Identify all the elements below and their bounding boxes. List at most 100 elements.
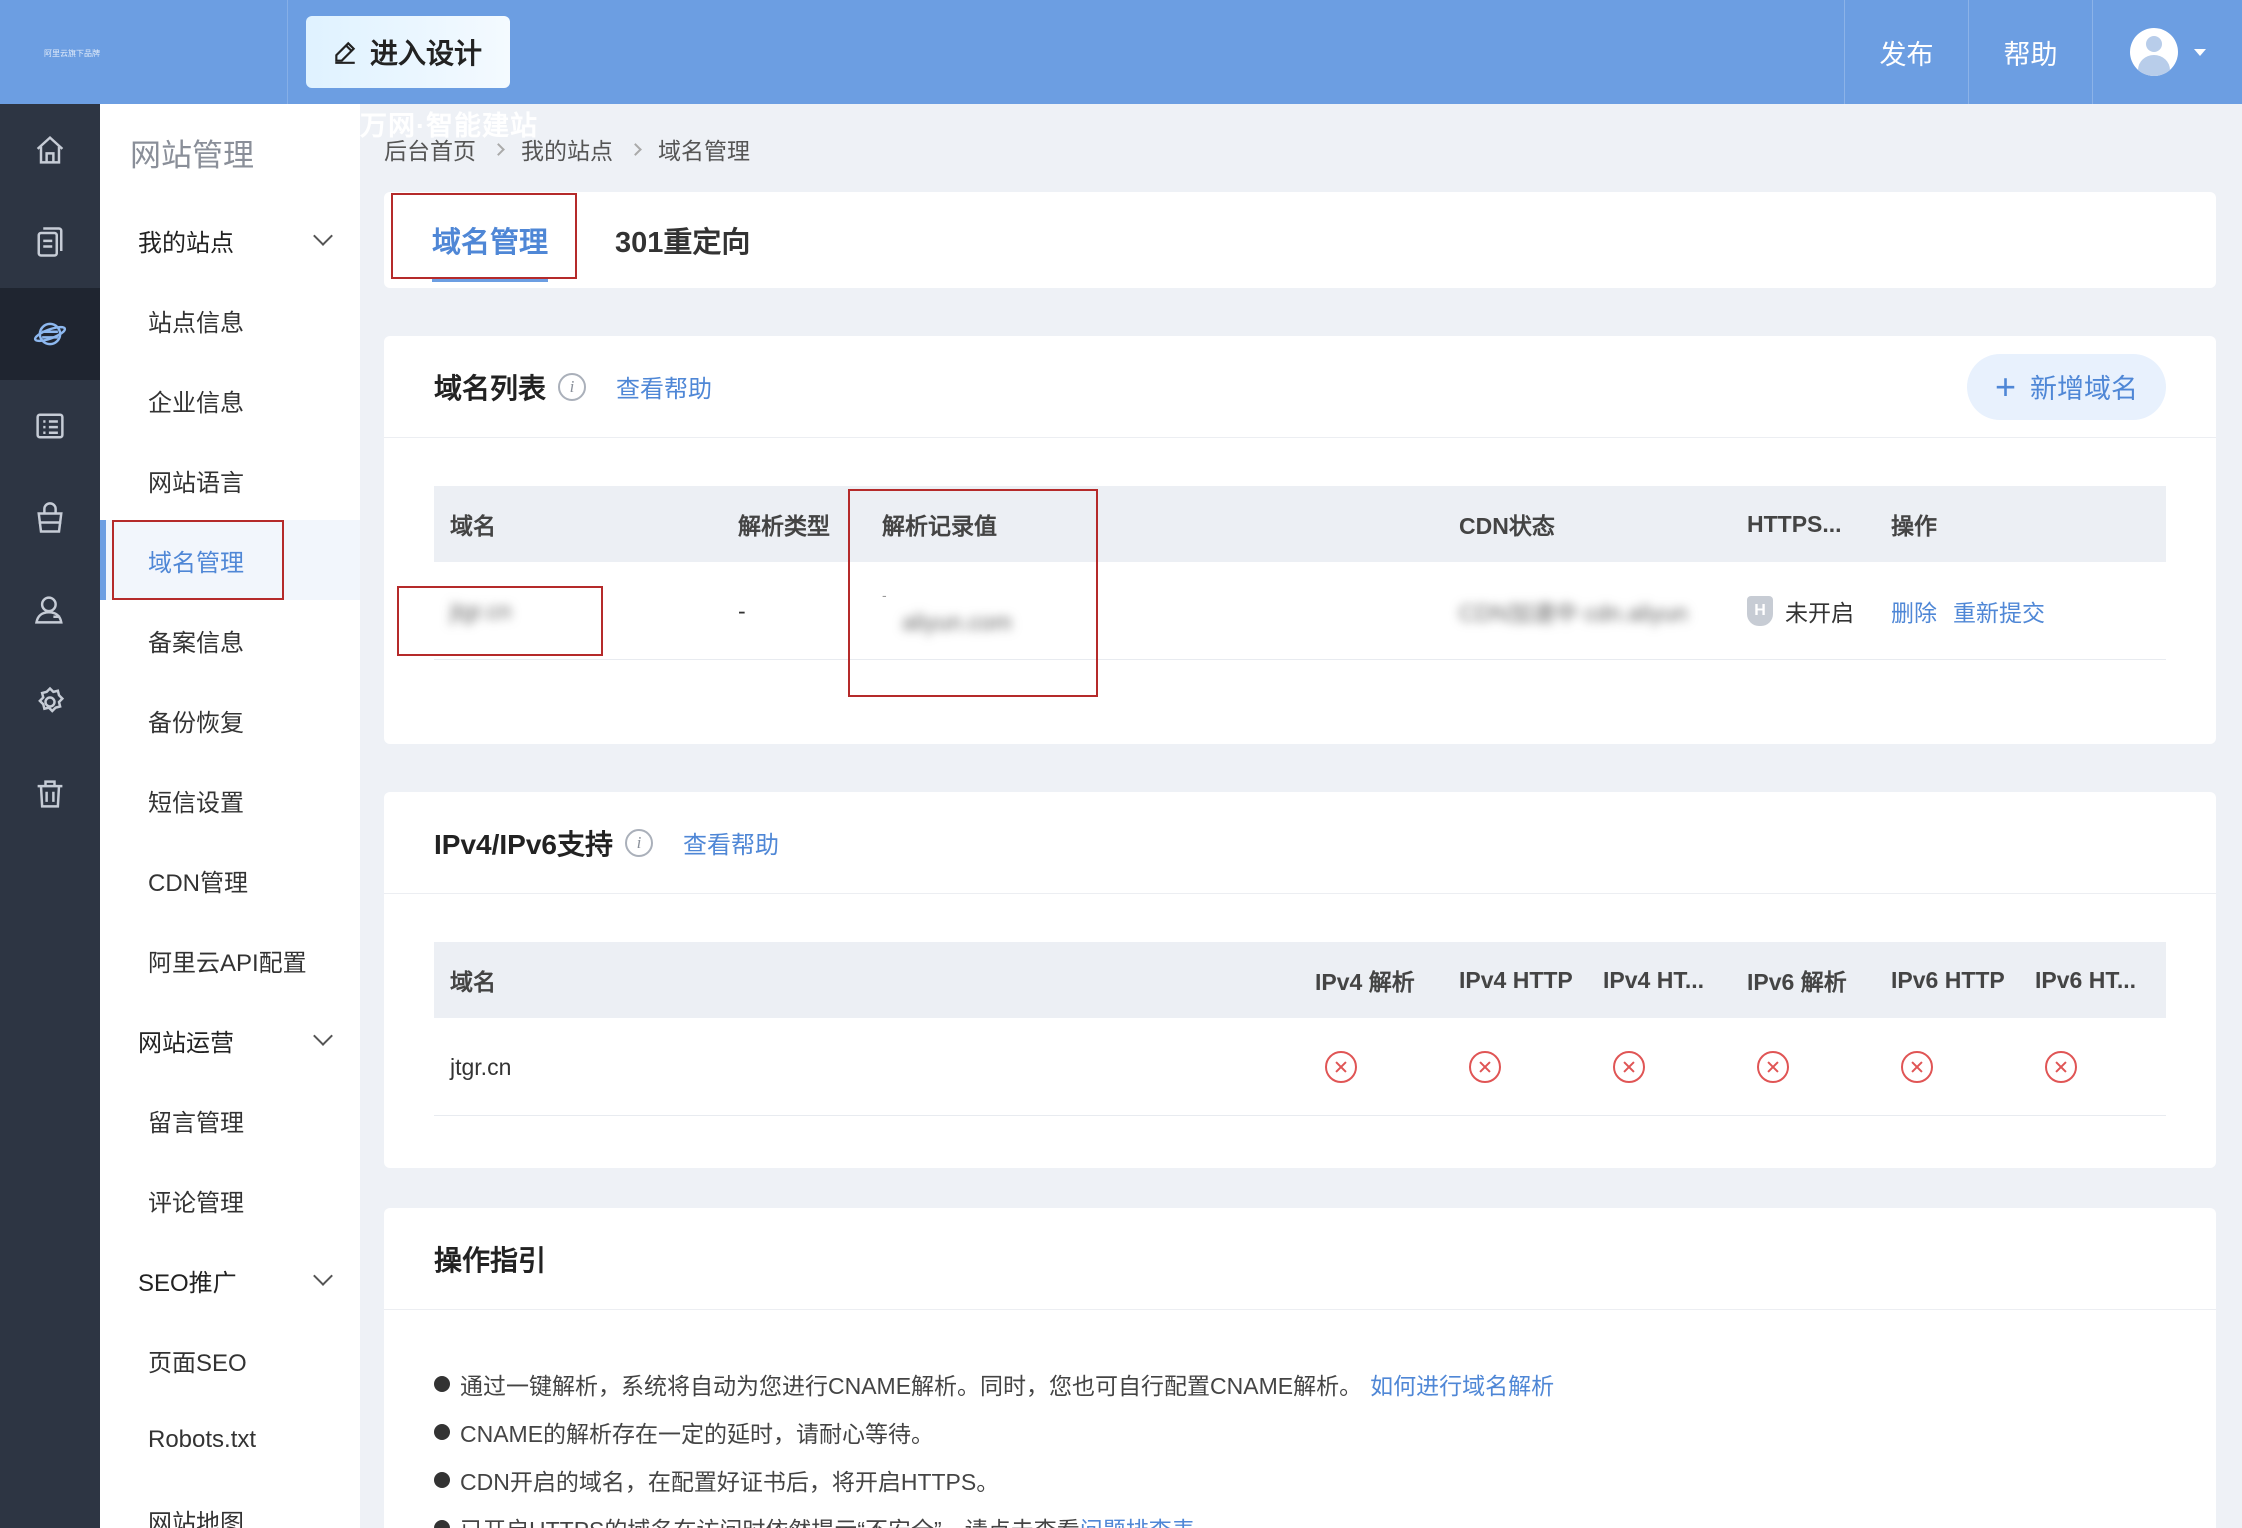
ipv4-https-cell (1603, 1018, 1645, 1116)
breadcrumb-home[interactable]: 后台首页 (384, 132, 476, 166)
ipv4-resolve-cell (1315, 1018, 1357, 1116)
row-actions: 删除 重新提交 (1891, 562, 2045, 660)
sidebar-item-aliyun-api[interactable]: 阿里云API配置 (100, 920, 360, 1000)
rail-home[interactable] (0, 104, 100, 196)
nav-group-operations[interactable]: 网站运营 (100, 1000, 360, 1080)
ipv-row-domain: jtgr.cn (450, 1053, 512, 1080)
nav-group-my-site[interactable]: 我的站点 (100, 200, 360, 280)
brand-logo[interactable]: 万网·智能建站 阿里云旗下品牌 (0, 0, 537, 141)
breadcrumb-my-site[interactable]: 我的站点 (521, 132, 613, 166)
ipv-help-link[interactable]: 查看帮助 (683, 825, 779, 860)
delete-domain-link[interactable]: 删除 (1891, 594, 1937, 628)
rail-store[interactable] (0, 472, 100, 564)
troubleshoot-table-link[interactable]: 问题排查表 (1080, 1511, 1195, 1528)
plus-icon: + (1994, 365, 2016, 407)
help-button[interactable]: 帮助 (1968, 0, 2092, 104)
add-domain-label: 新增域名 (2030, 374, 2138, 404)
column-domain: 域名 (450, 513, 496, 539)
store-icon (37, 502, 63, 533)
rail-settings[interactable] (0, 656, 100, 748)
sidebar-item-robots[interactable]: Robots.txt (100, 1400, 360, 1480)
domain-resolve-help-link[interactable]: 如何进行域名解析 (1370, 1367, 1554, 1401)
sidebar-item-sms-settings[interactable]: 短信设置 (100, 760, 360, 840)
ipv-support-card: IPv4/IPv6支持 i 查看帮助 域名 IPv4 解析 IPv4 HTTP … (384, 792, 2216, 1168)
publish-button[interactable]: 发布 (1844, 0, 1968, 104)
column-resolve-type: 解析类型 (738, 513, 830, 539)
tab-301-redirect[interactable]: 301重定向 (615, 192, 750, 288)
nav-group-label: 我的站点 (138, 229, 234, 257)
table-row: jtgr.cn - - aliyun.com CDN加速中 cdn.aliyun… (434, 562, 2166, 660)
sidebar-item-sitemap[interactable]: 网站地图 (100, 1480, 360, 1528)
ipv6-http-cell (1891, 1018, 1933, 1116)
info-icon[interactable]: i (558, 372, 587, 401)
guide-text: 已开启HTTPS的域名在访问时依然提示“不安全”，请点击查看 (460, 1511, 1080, 1528)
nav-group-seo[interactable]: SEO推广 (100, 1240, 360, 1320)
table-row: jtgr.cn (434, 1018, 2166, 1116)
guide-title: 操作指引 (434, 1244, 547, 1276)
sidebar-item-cdn[interactable]: CDN管理 (100, 840, 360, 920)
list-item: 通过一键解析，系统将自动为您进行CNAME解析。同时，您也可自行配置CNAME解… (434, 1360, 1554, 1408)
chevron-right-icon (492, 142, 505, 156)
row-record-value: - aliyun.com (882, 562, 1012, 660)
sidebar-item-site-language[interactable]: 网站语言 (100, 440, 360, 520)
sidebar-item-site-info[interactable]: 站点信息 (100, 280, 360, 360)
rail-users[interactable] (0, 564, 100, 656)
home-icon (36, 135, 64, 164)
rail-trash[interactable] (0, 748, 100, 840)
guide-text: CDN开启的域名，在配置好证书后，将开启HTTPS。 (460, 1469, 1000, 1495)
sidebar-item-comments[interactable]: 评论管理 (100, 1160, 360, 1240)
column-cdn-status: CDN状态 (1459, 513, 1555, 539)
avatar (2129, 28, 2178, 76)
domain-table: 域名 解析类型 解析记录值 CDN状态 HTTPS... 操作 jtgr.cn … (434, 486, 2166, 660)
sidebar-item-messages[interactable]: 留言管理 (100, 1080, 360, 1160)
https-shield-icon: H (1747, 596, 1773, 626)
record-prefix: - (882, 586, 887, 603)
users-icon (35, 596, 63, 624)
guide-card: 操作指引 通过一键解析，系统将自动为您进行CNAME解析。同时，您也可自行配置C… (384, 1208, 2216, 1528)
rail-pages[interactable] (0, 196, 100, 288)
info-icon[interactable]: i (624, 828, 653, 857)
column-ipv4-resolve: IPv4 解析 (1315, 969, 1415, 995)
column-https: HTTPS... (1747, 510, 1842, 537)
user-menu[interactable] (2092, 0, 2242, 104)
record-value-text: aliyun.com (902, 608, 1012, 635)
ipv6-resolve-cell (1747, 1018, 1789, 1116)
sidebar-item-domain-management[interactable]: 域名管理 (100, 520, 360, 600)
row-domain: jtgr.cn (450, 597, 512, 624)
add-domain-button[interactable]: + 新增域名 (1966, 353, 2166, 420)
column-ipv6-https: IPv6 HT... (2035, 966, 2136, 993)
pages-icon (37, 227, 63, 257)
column-ipv6-http: IPv6 HTTP (1891, 966, 2005, 993)
ipv-table: 域名 IPv4 解析 IPv4 HTTP IPv4 HT... IPv6 解析 … (434, 942, 2166, 1116)
rail-list[interactable] (0, 380, 100, 472)
domain-list-help-link[interactable]: 查看帮助 (616, 369, 712, 404)
ipv4-http-cell (1459, 1018, 1501, 1116)
logo-subtext: 阿里云旗下品牌 (44, 49, 100, 58)
list-item: CNAME的解析存在一定的延时，请耐心等待。 (434, 1408, 1554, 1456)
table-header: 域名 解析类型 解析记录值 CDN状态 HTTPS... 操作 (434, 486, 2166, 562)
column-ipv4-http: IPv4 HTTP (1459, 966, 1573, 993)
top-bar: 万网·智能建站 阿里云旗下品牌 进入设计 发布 帮助 (0, 0, 2242, 141)
resubmit-domain-link[interactable]: 重新提交 (1953, 594, 2045, 628)
rail-site[interactable] (0, 288, 100, 380)
sidebar-item-backup-restore[interactable]: 备份恢复 (100, 680, 360, 760)
sidebar-item-company-info[interactable]: 企业信息 (100, 360, 360, 440)
sidebar-item-icp-filing[interactable]: 备案信息 (100, 600, 360, 680)
row-cdn-status: CDN加速中 cdn.aliyun (1459, 600, 1688, 626)
close-circle-icon (1469, 1051, 1501, 1083)
tab-domain-management[interactable]: 域名管理 (432, 192, 549, 288)
https-status-text: 未开启 (1785, 600, 1854, 626)
chevron-down-icon (313, 1026, 333, 1046)
close-circle-icon (2045, 1051, 2077, 1083)
close-circle-icon (1757, 1051, 1789, 1083)
trash-icon (37, 780, 63, 808)
list-item: 已开启HTTPS的域名在访问时依然提示“不安全”，请点击查看 问题排查表 (434, 1504, 1554, 1528)
sidebar-title: 网站管理 (130, 137, 254, 173)
sidebar-item-page-seo[interactable]: 页面SEO (100, 1320, 360, 1400)
enter-design-button[interactable]: 进入设计 (306, 16, 511, 88)
column-record-value: 解析记录值 (882, 513, 997, 539)
nav-group-label: 网站运营 (138, 1029, 234, 1057)
chevron-down-icon (313, 226, 333, 246)
site-globe-icon (33, 322, 67, 346)
list-item: CDN开启的域名，在配置好证书后，将开启HTTPS。 (434, 1456, 1554, 1504)
